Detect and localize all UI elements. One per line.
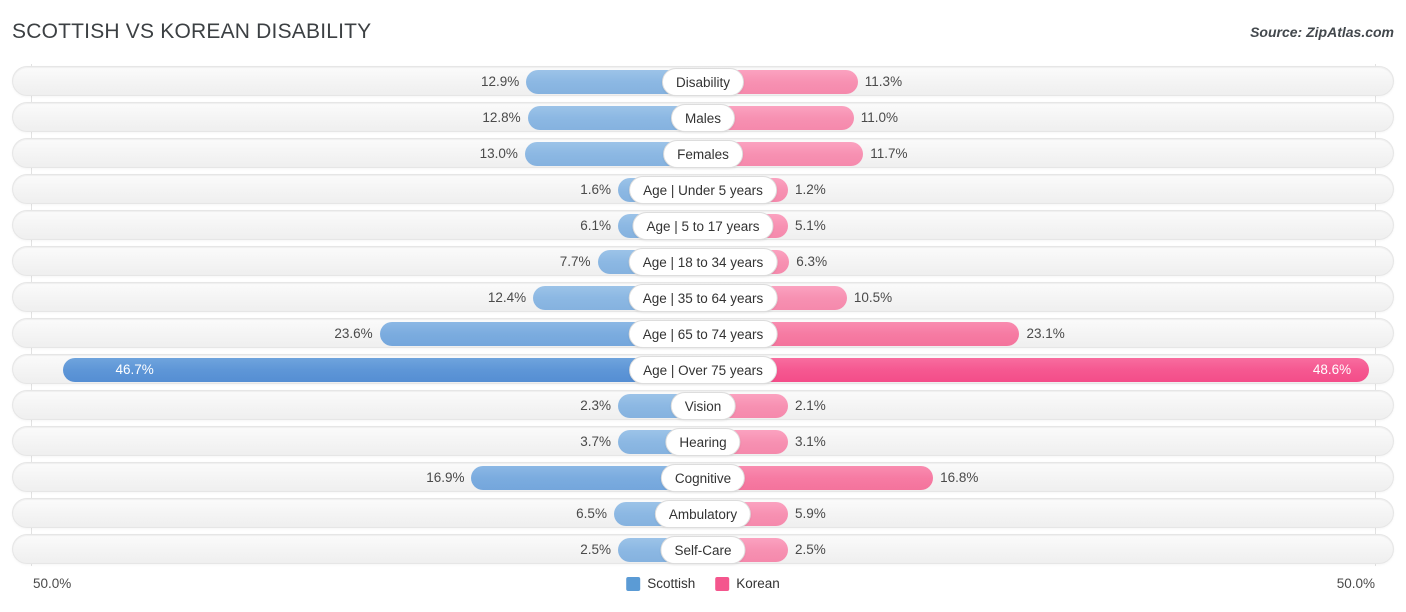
legend: Scottish Korean bbox=[626, 576, 780, 591]
chart-container: SCOTTISH VS KOREAN DISABILITY Source: Zi… bbox=[0, 0, 1406, 612]
chart-row-inner: 2.5% 2.5% Self-Care bbox=[13, 535, 1393, 564]
value-label-korean: 11.0% bbox=[860, 110, 898, 125]
category-label[interactable]: Ambulatory bbox=[654, 500, 752, 528]
value-label-korean: 3.1% bbox=[795, 434, 826, 449]
value-label-scottish: 1.6% bbox=[580, 182, 611, 197]
legend-item-scottish[interactable]: Scottish bbox=[626, 576, 695, 591]
category-label[interactable]: Females bbox=[663, 140, 743, 168]
value-label-scottish: 12.4% bbox=[487, 290, 527, 305]
value-label-korean: 2.5% bbox=[795, 542, 826, 557]
axis-label-left: 50.0% bbox=[33, 576, 72, 591]
page-title: SCOTTISH VS KOREAN DISABILITY bbox=[12, 20, 372, 43]
chart-row-inner: 46.7% 48.6% Age | Over 75 years bbox=[13, 355, 1393, 384]
value-label-korean: 16.8% bbox=[940, 470, 979, 485]
value-label-scottish: 6.5% bbox=[576, 506, 607, 521]
chart-row[interactable]: 3.7% 3.1% Hearing bbox=[12, 426, 1394, 456]
chart-row-inner: 12.9% 11.3% Disability bbox=[13, 67, 1393, 96]
chart-row-inner: 3.7% 3.1% Hearing bbox=[13, 427, 1393, 456]
chart-row-inner: 12.4% 10.5% Age | 35 to 64 years bbox=[13, 283, 1393, 312]
category-label[interactable]: Age | 5 to 17 years bbox=[632, 212, 774, 240]
value-label-scottish: 23.6% bbox=[334, 326, 373, 341]
chart-row-inner: 23.6% 23.1% Age | 65 to 74 years bbox=[13, 319, 1393, 348]
legend-swatch-korean bbox=[715, 576, 730, 591]
category-label[interactable]: Age | 18 to 34 years bbox=[628, 248, 778, 276]
axis-label-right: 50.0% bbox=[1336, 576, 1375, 591]
chart-row-inner: 6.5% 5.9% Ambulatory bbox=[13, 499, 1393, 528]
value-label-korean: 2.1% bbox=[795, 398, 826, 413]
category-label[interactable]: Cognitive bbox=[660, 464, 746, 492]
value-label-scottish: 2.3% bbox=[580, 398, 611, 413]
value-label-scottish: 16.9% bbox=[426, 470, 465, 485]
value-label-korean: 11.7% bbox=[870, 146, 908, 161]
plot-area: 12.9% 11.3% Disability 12.8% 11.0% Males 13.0%… bbox=[0, 64, 1406, 572]
category-label[interactable]: Age | 35 to 64 years bbox=[628, 284, 778, 312]
category-label[interactable]: Disability bbox=[661, 68, 745, 96]
legend-swatch-scottish bbox=[626, 576, 641, 591]
chart-footer: 50.0% 50.0% Scottish Korean bbox=[0, 576, 1406, 604]
chart-row-inner: 16.9% 16.8% Cognitive bbox=[13, 463, 1393, 492]
chart-row-inner: 1.6% 1.2% Age | Under 5 years bbox=[13, 175, 1393, 204]
chart-row[interactable]: 13.0% 11.7% Females bbox=[12, 138, 1394, 168]
chart-row[interactable]: 2.5% 2.5% Self-Care bbox=[12, 534, 1394, 564]
category-label[interactable]: Vision bbox=[670, 392, 736, 420]
legend-label-korean: Korean bbox=[736, 576, 780, 591]
chart-row[interactable]: 12.4% 10.5% Age | 35 to 64 years bbox=[12, 282, 1394, 312]
value-label-scottish: 12.9% bbox=[481, 74, 520, 89]
value-label-korean: 6.3% bbox=[796, 254, 828, 269]
chart-row-inner: 6.1% 5.1% Age | 5 to 17 years bbox=[13, 211, 1393, 240]
chart-row-inner: 12.8% 11.0% Males bbox=[13, 103, 1393, 132]
chart-row[interactable]: 12.8% 11.0% Males bbox=[12, 102, 1394, 132]
value-label-korean: 1.2% bbox=[795, 182, 826, 197]
category-label[interactable]: Self-Care bbox=[660, 536, 746, 564]
category-label[interactable]: Age | 65 to 74 years bbox=[628, 320, 778, 348]
chart-row[interactable]: 23.6% 23.1% Age | 65 to 74 years bbox=[12, 318, 1394, 348]
legend-item-korean[interactable]: Korean bbox=[715, 576, 780, 591]
chart-row[interactable]: 6.1% 5.1% Age | 5 to 17 years bbox=[12, 210, 1394, 240]
value-label-scottish: 13.0% bbox=[479, 146, 518, 161]
chart-row[interactable]: 16.9% 16.8% Cognitive bbox=[12, 462, 1394, 492]
category-label[interactable]: Hearing bbox=[665, 428, 741, 456]
legend-label-scottish: Scottish bbox=[647, 576, 696, 591]
value-label-scottish: 3.7% bbox=[580, 434, 611, 449]
chart-row-inner: 7.7% 6.3% Age | 18 to 34 years bbox=[13, 247, 1393, 276]
chart-row[interactable]: 46.7% 48.6% Age | Over 75 years bbox=[12, 354, 1394, 384]
value-label-korean: 11.3% bbox=[864, 74, 903, 89]
category-label[interactable]: Age | Under 5 years bbox=[629, 176, 777, 204]
category-label[interactable]: Males bbox=[670, 104, 736, 132]
chart-row-inner: 2.3% 2.1% Vision bbox=[13, 391, 1393, 420]
value-label-scottish: 7.7% bbox=[559, 254, 591, 269]
category-label[interactable]: Age | Over 75 years bbox=[629, 356, 777, 384]
source-label: Source: ZipAtlas.com bbox=[1250, 24, 1394, 40]
bar-korean[interactable] bbox=[703, 358, 1369, 382]
chart-row-inner: 13.0% 11.7% Females bbox=[13, 139, 1393, 168]
value-label-scottish: 12.8% bbox=[482, 110, 521, 125]
value-label-korean: 48.6% bbox=[1312, 362, 1352, 377]
value-label-scottish: 46.7% bbox=[115, 362, 154, 377]
value-label-korean: 23.1% bbox=[1026, 326, 1065, 341]
chart-row[interactable]: 1.6% 1.2% Age | Under 5 years bbox=[12, 174, 1394, 204]
value-label-korean: 10.5% bbox=[853, 290, 893, 305]
chart-row[interactable]: 7.7% 6.3% Age | 18 to 34 years bbox=[12, 246, 1394, 276]
value-label-scottish: 2.5% bbox=[580, 542, 611, 557]
bar-scottish[interactable] bbox=[63, 358, 703, 382]
chart-row[interactable]: 12.9% 11.3% Disability bbox=[12, 66, 1394, 96]
chart-row[interactable]: 6.5% 5.9% Ambulatory bbox=[12, 498, 1394, 528]
value-label-korean: 5.1% bbox=[795, 218, 826, 233]
value-label-korean: 5.9% bbox=[795, 506, 826, 521]
chart-row[interactable]: 2.3% 2.1% Vision bbox=[12, 390, 1394, 420]
value-label-scottish: 6.1% bbox=[580, 218, 611, 233]
